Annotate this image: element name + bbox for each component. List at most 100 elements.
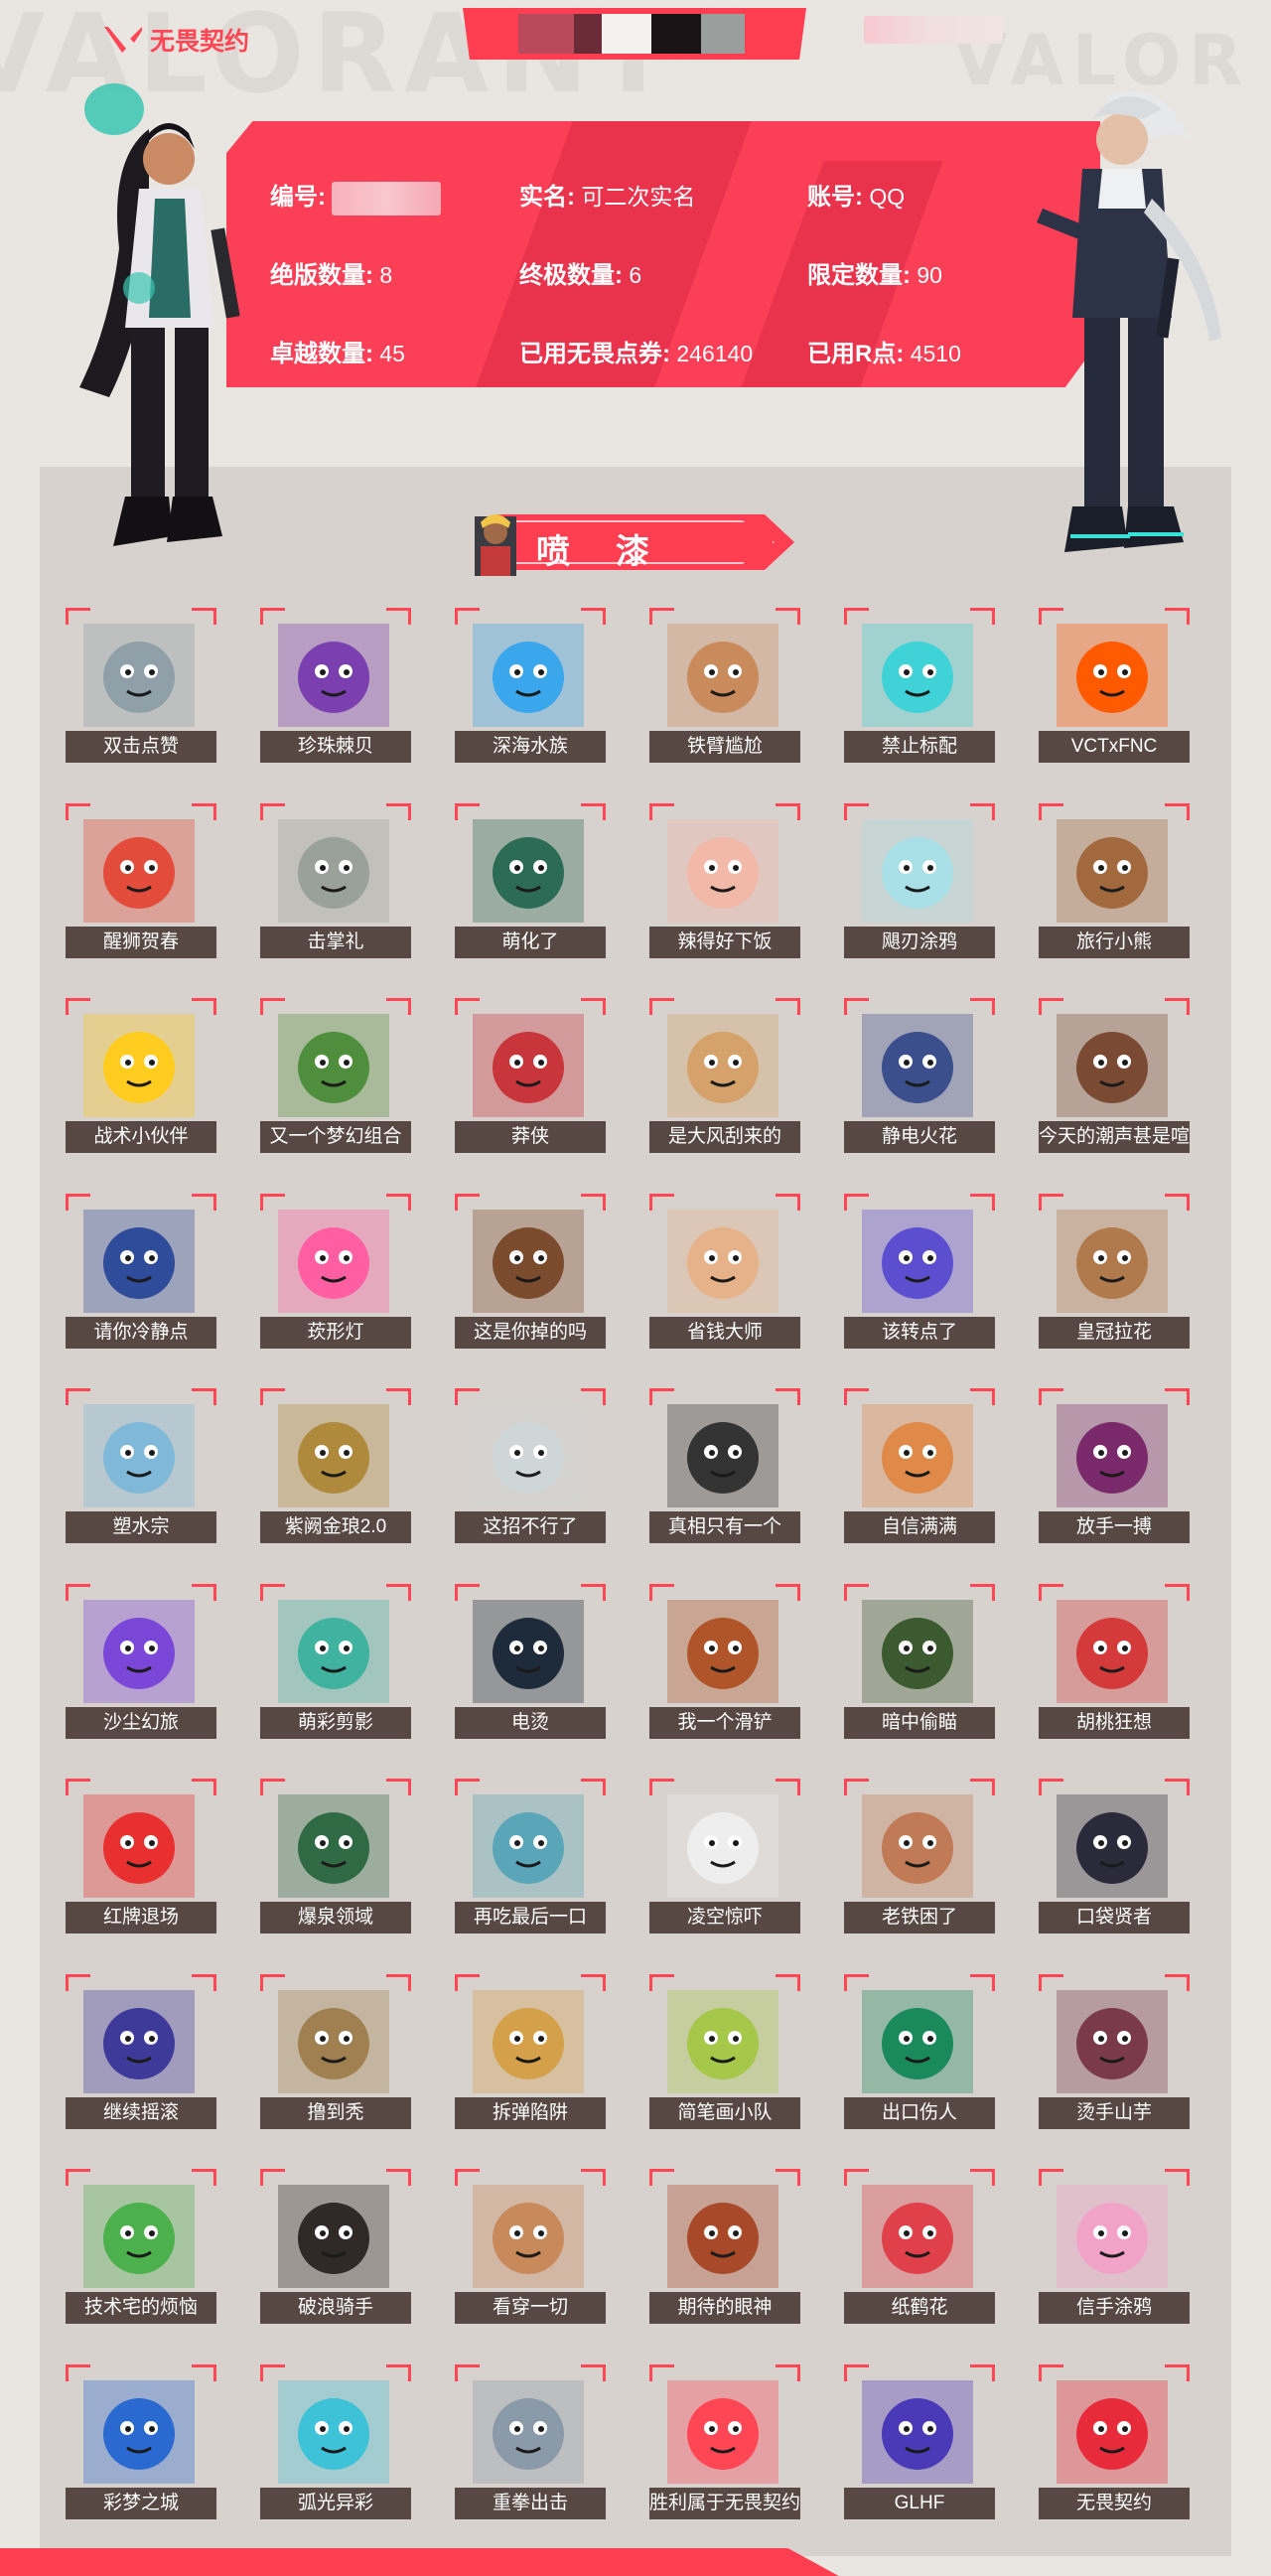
heart-lamp-icon — [278, 1209, 389, 1313]
high-five-icon — [278, 818, 389, 923]
spray-thumbnail — [473, 624, 584, 727]
spray-card[interactable]: 今天的潮声甚是喧嚣 — [1039, 998, 1190, 1155]
spray-card[interactable]: 真相只有一个 — [649, 1388, 800, 1545]
spray-card[interactable]: 信手涂鸦 — [1039, 2169, 1190, 2326]
spray-card[interactable]: 我一个滑铲 — [649, 1583, 800, 1741]
spray-card[interactable]: 撸到秃 — [260, 1973, 411, 2131]
boxing-koala-icon — [473, 2379, 584, 2484]
spray-label: 弧光异彩 — [260, 2487, 411, 2519]
spray-card[interactable]: 又一个梦幻组合 — [260, 998, 411, 1155]
spray-card[interactable]: 口袋贤者 — [1039, 1779, 1190, 1935]
spray-card[interactable]: 紫阙金琅2.0 — [260, 1388, 411, 1545]
spray-card[interactable]: 禁止标配 — [844, 608, 995, 765]
spray-card[interactable]: 简笔画小队 — [649, 1973, 800, 2131]
exclusive-value: 45 — [379, 341, 405, 366]
spray-card[interactable]: 胜利属于无畏契约 — [649, 2363, 800, 2521]
spray-label: 禁止标配 — [844, 731, 995, 763]
spray-card[interactable]: 这招不行了 — [455, 1388, 606, 1545]
card-corner — [1039, 1388, 1063, 1405]
spray-card[interactable]: 彩梦之城 — [66, 2363, 216, 2521]
spray-thumbnail — [862, 1599, 973, 1703]
spray-card[interactable]: 该转点了 — [844, 1193, 995, 1351]
spray-label: 重拳出击 — [455, 2487, 606, 2519]
agent-cute-face-icon — [473, 818, 584, 923]
spray-card[interactable]: 胡桃狂想 — [1039, 1583, 1190, 1741]
spray-label: 旅行小熊 — [1039, 926, 1190, 958]
spray-card[interactable]: 静电火花 — [844, 998, 995, 1155]
spray-card[interactable]: 拆弹陷阱 — [455, 1973, 606, 2131]
spray-card[interactable]: 省钱大师 — [649, 1193, 800, 1351]
spray-card[interactable]: 莽侠 — [455, 998, 606, 1155]
field-id: 编号: — [270, 177, 442, 215]
spray-label: 胜利属于无畏契约 — [649, 2487, 800, 2519]
spray-card[interactable]: 皇冠拉花 — [1039, 1193, 1190, 1351]
spray-card[interactable]: 萌化了 — [455, 802, 606, 960]
spray-card[interactable]: 期待的眼神 — [649, 2169, 800, 2326]
spray-card[interactable]: 暗中偷瞄 — [844, 1583, 995, 1741]
spray-card[interactable]: 凌空惊吓 — [649, 1779, 800, 1935]
rock-face-icon — [83, 1989, 195, 2093]
spray-card[interactable]: 爆泉领域 — [260, 1779, 411, 1935]
spray-card[interactable]: 旅行小熊 — [1039, 802, 1190, 960]
detective-face-icon — [667, 1404, 778, 1507]
spray-card[interactable]: 这是你掉的吗 — [455, 1193, 606, 1351]
spray-card[interactable]: 战术小伙伴 — [66, 998, 216, 1155]
card-corner — [260, 2169, 285, 2186]
spray-card[interactable]: 纸鹤花 — [844, 2169, 995, 2326]
spray-card[interactable]: 重拳出击 — [455, 2363, 606, 2521]
spray-card[interactable]: 无畏契约 — [1039, 2363, 1190, 2521]
grin-face-icon — [1057, 1404, 1168, 1507]
spray-card[interactable]: 看穿一切 — [455, 2169, 606, 2326]
card-corner — [455, 608, 480, 625]
spray-card[interactable]: 飓刃涂鸦 — [844, 802, 995, 960]
spray-card[interactable]: 出口伤人 — [844, 1973, 995, 2131]
spray-card[interactable]: 技术宅的烦恼 — [66, 2169, 216, 2326]
spray-thumbnail — [1057, 2379, 1168, 2484]
smug-face-icon — [473, 2185, 584, 2288]
spray-card[interactable]: 再吃最后一口 — [455, 1779, 606, 1935]
spray-card[interactable]: 沙尘幻旅 — [66, 1583, 216, 1741]
spray-card[interactable]: 请你冷静点 — [66, 1193, 216, 1351]
spray-card[interactable]: 辣得好下饭 — [649, 802, 800, 960]
spiral-eyes-icon — [278, 1794, 389, 1898]
spray-card[interactable]: 醒狮贺春 — [66, 802, 216, 960]
vp-used-value: 246140 — [676, 341, 754, 366]
card-corner — [66, 1583, 90, 1601]
spray-card[interactable]: 老铁困了 — [844, 1779, 995, 1935]
spray-card[interactable]: 莰形灯 — [260, 1193, 411, 1351]
spray-card[interactable]: 珍珠棘贝 — [260, 608, 411, 765]
card-corner — [1165, 1583, 1190, 1601]
spray-card[interactable]: VCTxFNC — [1039, 608, 1190, 765]
pearl-shell-icon — [278, 624, 389, 727]
field-limited: 限定数量: 90 — [807, 255, 942, 290]
spray-card[interactable]: 击掌礼 — [260, 802, 411, 960]
spray-card[interactable]: 塑水宗 — [66, 1388, 216, 1545]
card-corner — [66, 1388, 90, 1405]
spray-card[interactable]: 电烫 — [455, 1583, 606, 1741]
spray-thumbnail — [667, 1014, 778, 1117]
spray-card[interactable]: 红牌退场 — [66, 1779, 216, 1935]
spray-card[interactable]: 破浪骑手 — [260, 2169, 411, 2326]
spray-card[interactable]: 弧光异彩 — [260, 2363, 411, 2521]
discontinued-value: 8 — [379, 262, 393, 288]
slide-agent-icon — [667, 1599, 778, 1703]
spray-card[interactable]: 铁臂尴尬 — [649, 608, 800, 765]
spray-card[interactable]: 萌彩剪影 — [260, 1583, 411, 1741]
spray-label: 击掌礼 — [260, 926, 411, 958]
card-corner — [581, 2169, 606, 2186]
spray-card[interactable]: 烫手山芋 — [1039, 1973, 1190, 2131]
spray-card[interactable]: 双击点赞 — [66, 608, 216, 765]
card-corner — [776, 2363, 800, 2381]
spray-card[interactable]: 放手一搏 — [1039, 1388, 1190, 1545]
spray-card[interactable]: 继续摇滚 — [66, 1973, 216, 2131]
spray-card[interactable]: GLHF — [844, 2363, 995, 2521]
spray-card[interactable]: 深海水族 — [455, 608, 606, 765]
ultimate-value: 6 — [629, 262, 642, 288]
spray-thumbnail — [862, 2185, 973, 2288]
spray-card[interactable]: 自信满满 — [844, 1388, 995, 1545]
card-corner — [844, 608, 869, 625]
spray-label: 电烫 — [455, 1706, 606, 1739]
spray-card[interactable]: 是大风刮来的 — [649, 998, 800, 1155]
card-corner — [192, 608, 216, 625]
doodle-bird-icon — [667, 1989, 778, 2093]
